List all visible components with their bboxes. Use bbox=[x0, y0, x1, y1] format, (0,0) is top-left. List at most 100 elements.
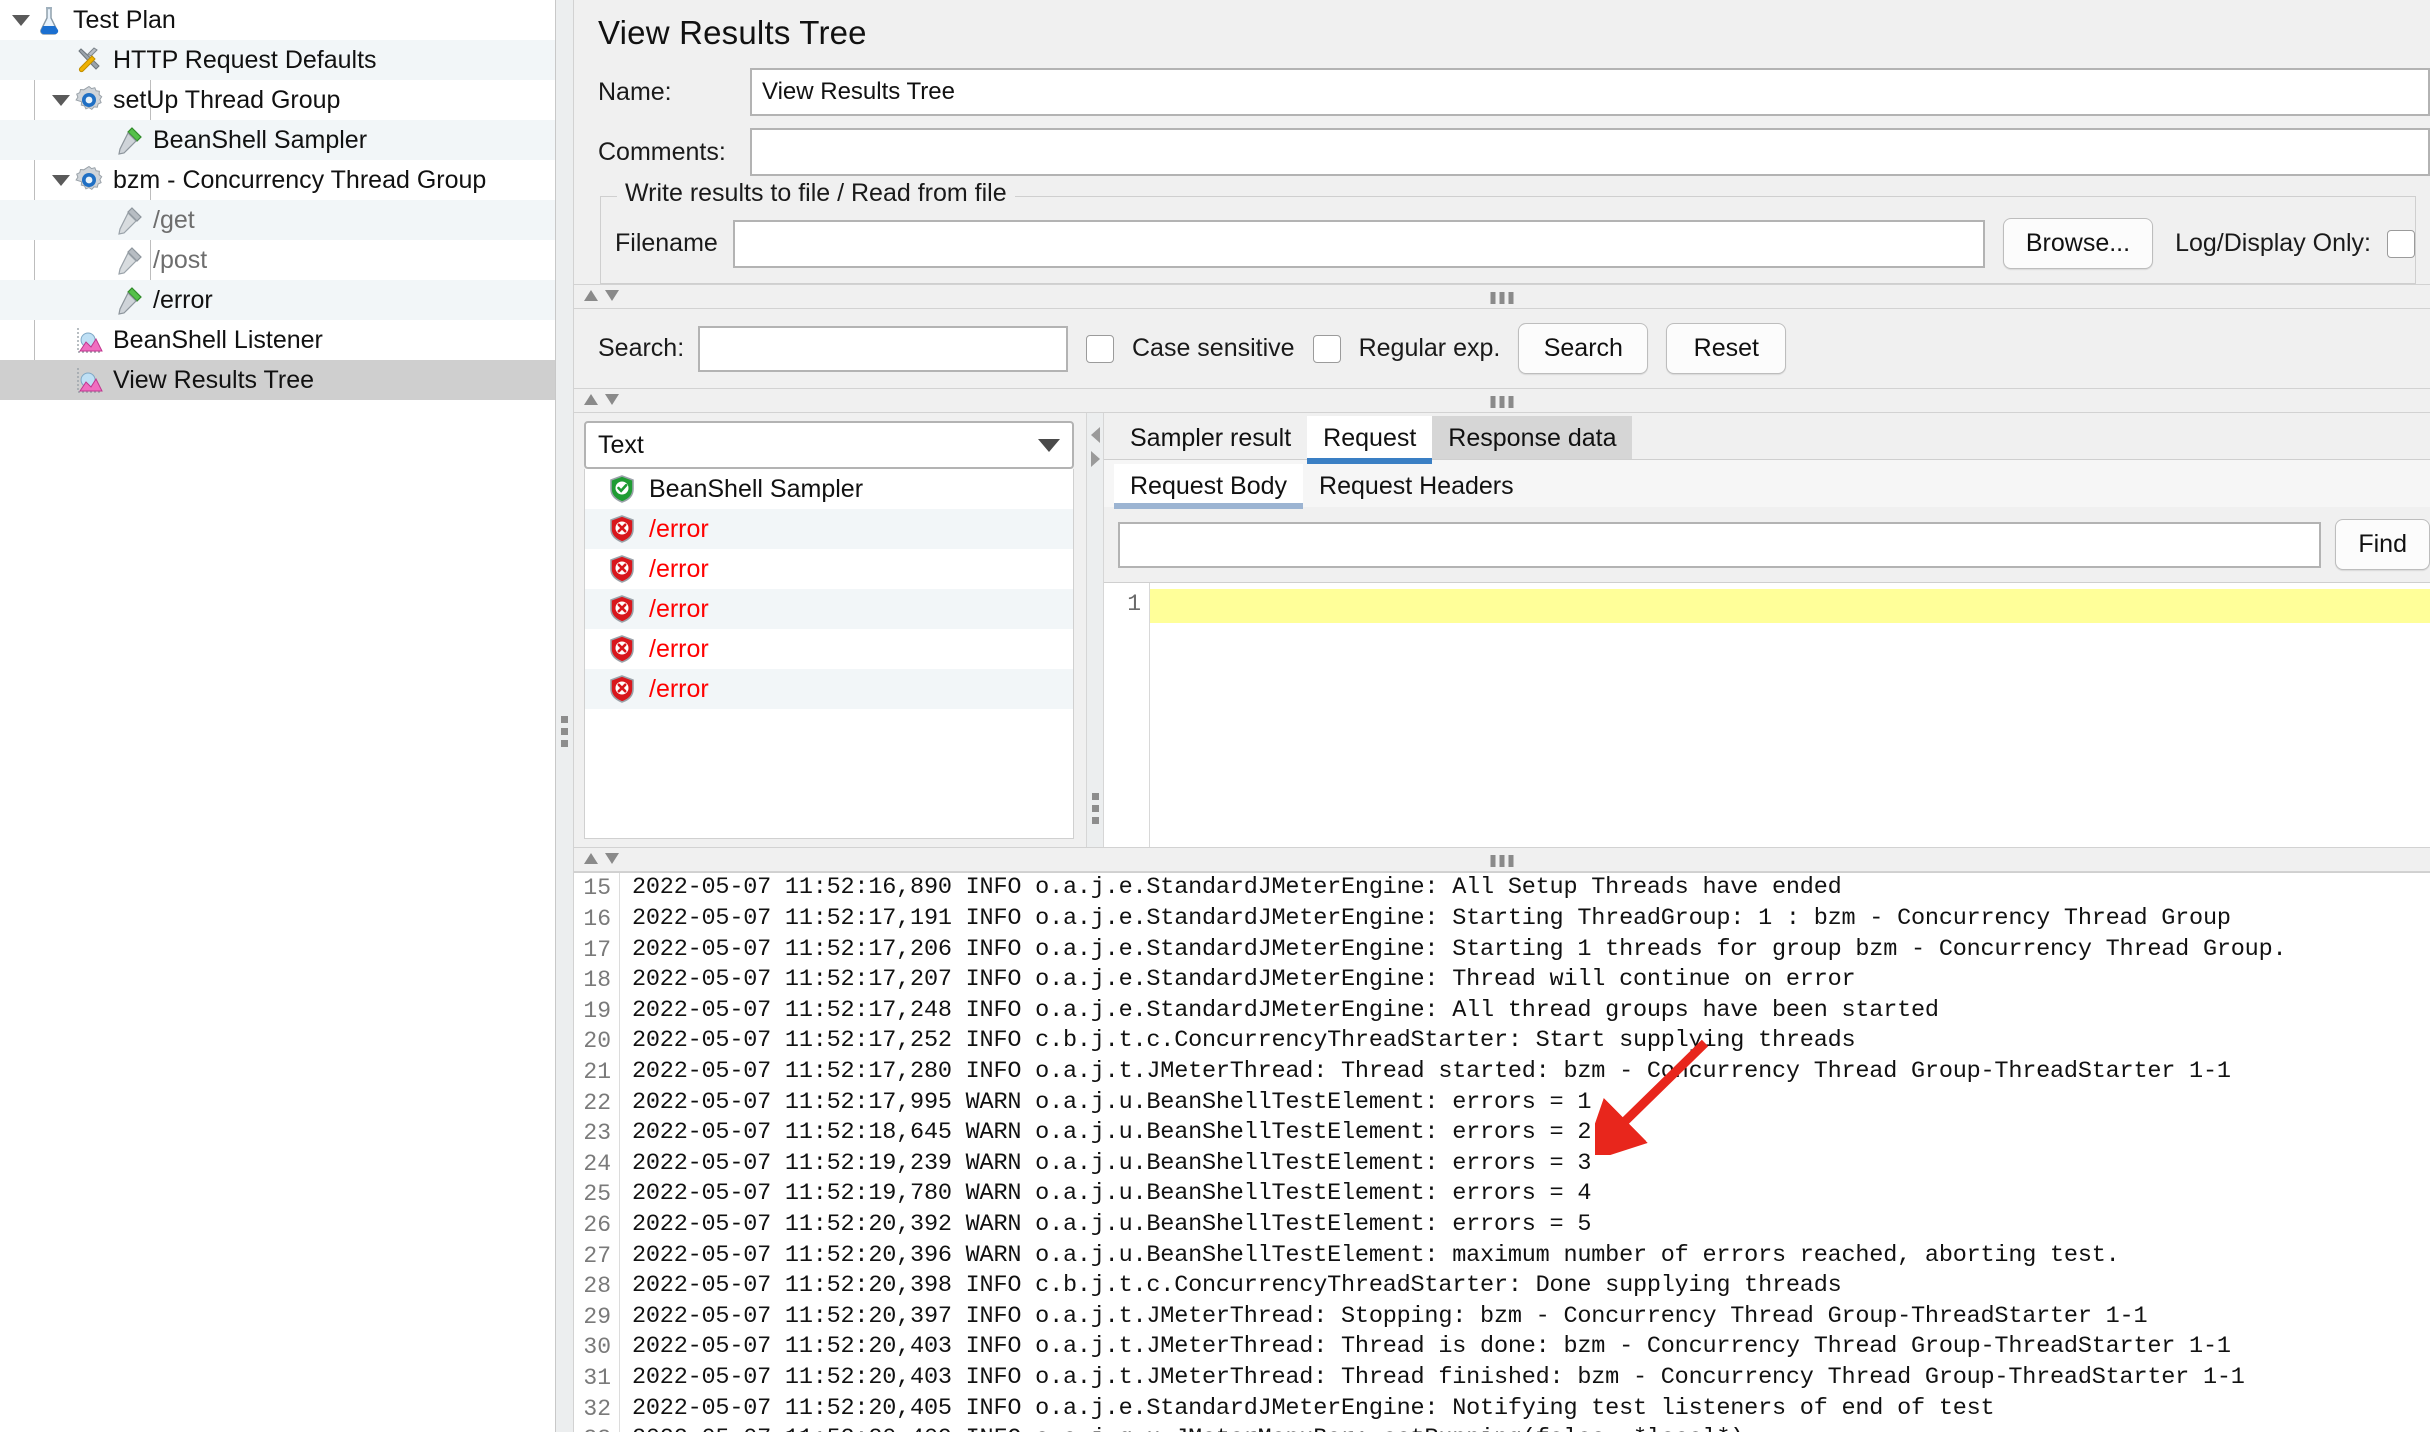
splitter-grip[interactable] bbox=[1491, 292, 1514, 304]
detail-tab[interactable]: Response data bbox=[1432, 416, 1632, 459]
result-list-item[interactable]: /error bbox=[585, 589, 1073, 629]
case-sensitive-checkbox[interactable] bbox=[1086, 335, 1114, 363]
log-line: 2022-05-07 11:52:17,206 INFO o.a.j.e.Sta… bbox=[632, 935, 2430, 966]
filename-input[interactable] bbox=[733, 220, 1985, 268]
tree-item[interactable]: /error bbox=[0, 280, 555, 320]
find-button[interactable]: Find bbox=[2335, 519, 2430, 570]
log-line-number: 20 bbox=[574, 1026, 611, 1057]
tree-item-label: BeanShell Sampler bbox=[153, 128, 367, 153]
collapse-down-icon[interactable] bbox=[605, 394, 619, 405]
comments-input[interactable] bbox=[750, 128, 2430, 176]
pipette-green-icon bbox=[114, 285, 144, 315]
log-line-number: 30 bbox=[574, 1332, 611, 1363]
log-console[interactable]: 15161718192021222324252627282930313233 2… bbox=[574, 872, 2430, 1432]
collapse-up-icon[interactable] bbox=[584, 394, 598, 405]
detail-subtab[interactable]: Request Body bbox=[1114, 464, 1303, 507]
pipette-gray-icon bbox=[114, 205, 144, 235]
tree-item[interactable]: Test Plan bbox=[0, 0, 555, 40]
regular-exp-checkbox[interactable] bbox=[1313, 335, 1341, 363]
splitter-arrows[interactable] bbox=[584, 394, 619, 405]
log-line: 2022-05-07 11:52:20,409 INFO o.a.j.g.u.J… bbox=[632, 1424, 2430, 1432]
horizontal-splitter-middle[interactable] bbox=[574, 388, 2430, 413]
search-label: Search: bbox=[598, 334, 680, 363]
result-list-item[interactable]: BeanShell Sampler bbox=[585, 469, 1073, 509]
name-input[interactable]: View Results Tree bbox=[750, 68, 2430, 116]
sampler-result-list[interactable]: BeanShell Sampler/error/error/error/erro… bbox=[584, 469, 1074, 839]
groupbox-title: Write results to file / Read from file bbox=[617, 179, 1015, 208]
expand-collapse-icon[interactable] bbox=[8, 7, 34, 33]
code-content[interactable] bbox=[1150, 583, 2430, 847]
detail-tab[interactable]: Sampler result bbox=[1114, 416, 1307, 459]
request-body-viewer[interactable]: 1 bbox=[1104, 582, 2430, 847]
horizontal-splitter-top[interactable] bbox=[574, 284, 2430, 309]
collapse-up-icon[interactable] bbox=[584, 290, 598, 301]
collapse-right-icon[interactable] bbox=[1091, 451, 1100, 467]
tree-item[interactable]: BeanShell Sampler bbox=[0, 120, 555, 160]
detail-subtabbar[interactable]: Request BodyRequest Headers bbox=[1104, 459, 2430, 507]
collapse-down-icon[interactable] bbox=[605, 853, 619, 864]
result-list-item[interactable]: /error bbox=[585, 509, 1073, 549]
element-editor-panel: View Results Tree Name: View Results Tre… bbox=[556, 0, 2430, 1432]
case-sensitive-label: Case sensitive bbox=[1132, 334, 1295, 363]
page-title: View Results Tree bbox=[574, 0, 2430, 68]
result-list-item[interactable]: /error bbox=[585, 669, 1073, 709]
splitter-grip[interactable] bbox=[1491, 396, 1514, 408]
tree-item[interactable]: setUp Thread Group bbox=[0, 80, 555, 120]
collapse-left-icon[interactable] bbox=[1091, 427, 1100, 443]
log-line-number: 25 bbox=[574, 1179, 611, 1210]
find-input[interactable] bbox=[1118, 522, 2321, 568]
result-list-item[interactable]: /error bbox=[585, 549, 1073, 589]
chevron-down-icon bbox=[1038, 439, 1060, 452]
collapse-up-icon[interactable] bbox=[584, 853, 598, 864]
expand-collapse-icon[interactable] bbox=[48, 87, 74, 113]
log-line-numbers: 15161718192021222324252627282930313233 bbox=[574, 873, 620, 1432]
result-list-item[interactable]: /error bbox=[585, 629, 1073, 669]
browse-button[interactable]: Browse... bbox=[2003, 218, 2153, 269]
result-list-item-label: /error bbox=[649, 595, 709, 624]
vertical-splitter[interactable] bbox=[556, 0, 574, 1432]
tree-item[interactable]: HTTP Request Defaults bbox=[0, 40, 555, 80]
log-line: 2022-05-07 11:52:20,392 WARN o.a.j.u.Bea… bbox=[632, 1210, 2430, 1241]
search-input[interactable] bbox=[698, 326, 1068, 372]
log-line: 2022-05-07 11:52:17,252 INFO c.b.j.t.c.C… bbox=[632, 1026, 2430, 1057]
splitter-arrows[interactable] bbox=[584, 853, 619, 864]
tree-item[interactable]: /post bbox=[0, 240, 555, 280]
tree-item[interactable]: bzm - Concurrency Thread Group bbox=[0, 160, 555, 200]
result-detail-panel: Sampler resultRequestResponse data Reque… bbox=[1104, 413, 2430, 847]
splitter-grip[interactable] bbox=[1092, 793, 1099, 829]
log-line-number: 19 bbox=[574, 996, 611, 1027]
log-line-number: 24 bbox=[574, 1149, 611, 1180]
name-label: Name: bbox=[598, 78, 750, 107]
log-display-only-checkbox[interactable] bbox=[2387, 230, 2415, 258]
collapse-down-icon[interactable] bbox=[605, 290, 619, 301]
tree-item[interactable]: /get bbox=[0, 200, 555, 240]
splitter-grip[interactable] bbox=[561, 716, 568, 752]
tree-item[interactable]: BeanShell Listener bbox=[0, 320, 555, 360]
log-line: 2022-05-07 11:52:19,780 WARN o.a.j.u.Bea… bbox=[632, 1179, 2430, 1210]
log-line: 2022-05-07 11:52:16,890 INFO o.a.j.e.Sta… bbox=[632, 873, 2430, 904]
tree-spacer bbox=[88, 127, 114, 153]
results-detail-splitter[interactable] bbox=[1086, 413, 1104, 847]
reset-button[interactable]: Reset bbox=[1666, 323, 1786, 374]
splitter-grip[interactable] bbox=[1491, 855, 1514, 867]
horizontal-splitter-log[interactable] bbox=[574, 847, 2430, 872]
result-list-item-label: /error bbox=[649, 675, 709, 704]
test-plan-tree[interactable]: Test PlanHTTP Request DefaultssetUp Thre… bbox=[0, 0, 556, 1432]
detail-tabbar[interactable]: Sampler resultRequestResponse data bbox=[1104, 413, 2430, 459]
code-highlight-line bbox=[1150, 589, 2430, 623]
detail-subtab[interactable]: Request Headers bbox=[1303, 464, 1530, 507]
log-line-number: 32 bbox=[574, 1394, 611, 1425]
write-results-groupbox: Write results to file / Read from file F… bbox=[600, 196, 2416, 284]
gear-blue-icon bbox=[74, 85, 104, 115]
chart-icon bbox=[74, 365, 104, 395]
log-line: 2022-05-07 11:52:17,280 INFO o.a.j.t.JMe… bbox=[632, 1057, 2430, 1088]
renderer-select[interactable]: Text bbox=[584, 421, 1074, 469]
log-line-number: 17 bbox=[574, 935, 611, 966]
expand-collapse-icon[interactable] bbox=[48, 167, 74, 193]
tree-item[interactable]: View Results Tree bbox=[0, 360, 555, 400]
log-line-number: 33 bbox=[574, 1424, 611, 1432]
detail-tab[interactable]: Request bbox=[1307, 416, 1432, 459]
search-button[interactable]: Search bbox=[1518, 323, 1648, 374]
splitter-arrows[interactable] bbox=[584, 290, 619, 301]
search-row: Search: Case sensitive Regular exp. Sear… bbox=[574, 309, 2430, 388]
